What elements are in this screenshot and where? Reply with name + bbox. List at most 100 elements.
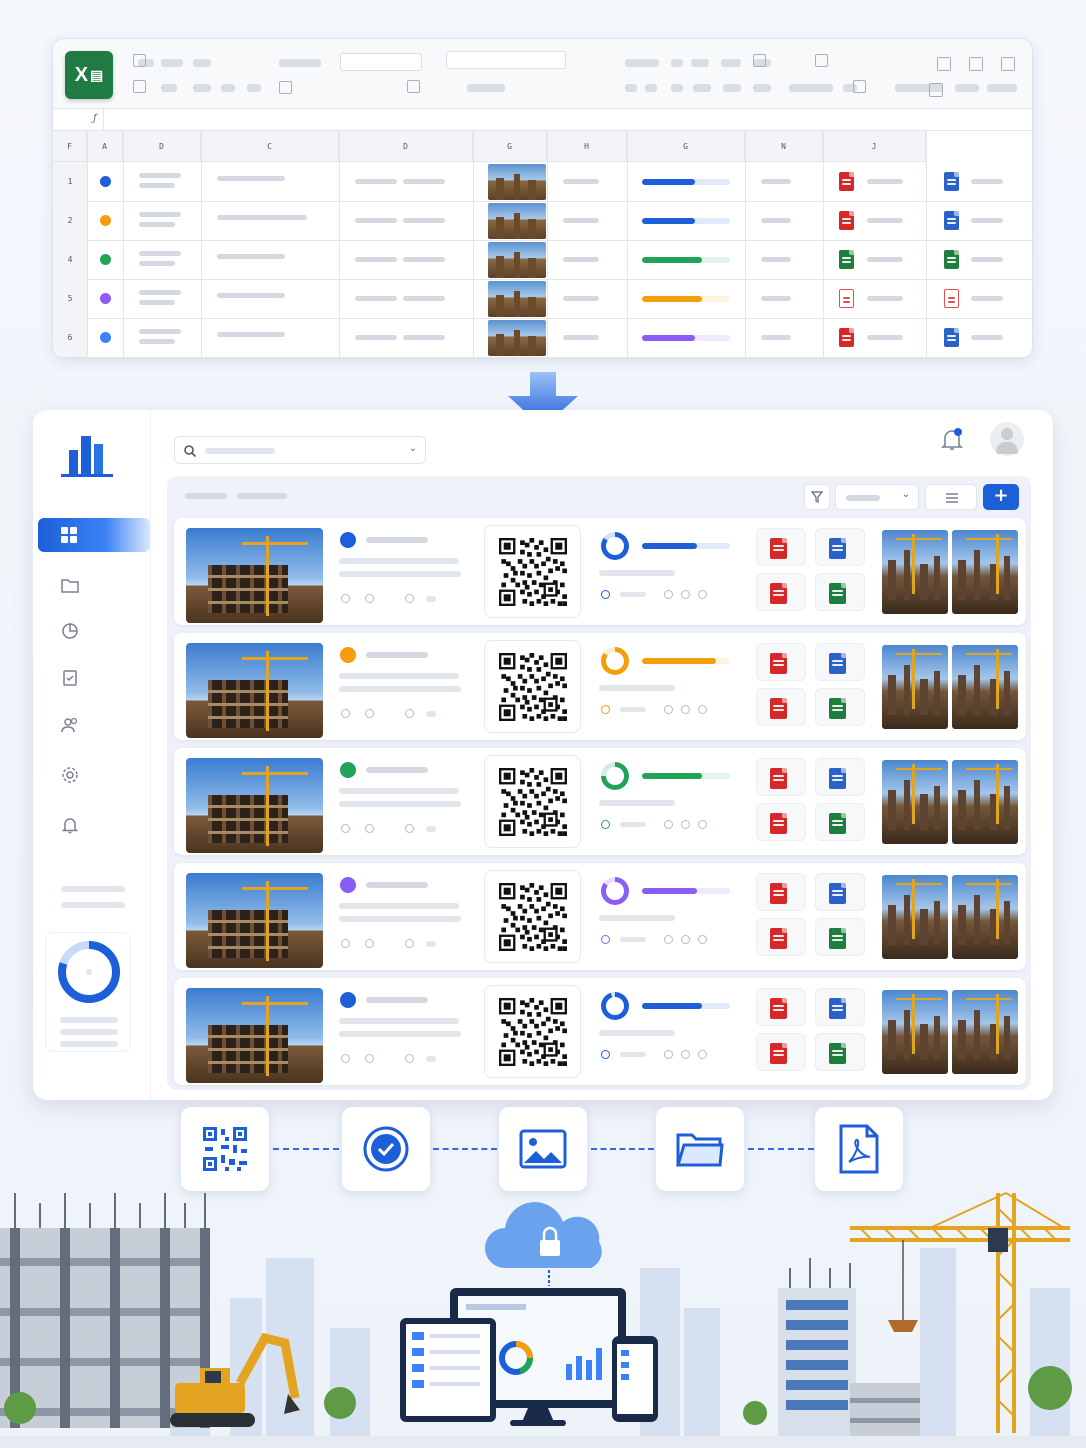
pdf-icon[interactable] — [839, 171, 854, 191]
workflow-step-verify[interactable] — [342, 1107, 430, 1191]
xls-icon[interactable] — [829, 928, 846, 949]
row-number[interactable]: 1 — [53, 162, 87, 201]
xls-icon[interactable] — [829, 583, 846, 604]
toolbar-control[interactable] — [247, 84, 261, 92]
doc-icon[interactable] — [829, 653, 846, 674]
toolbar-icon[interactable] — [407, 80, 420, 93]
pdf-outline-icon[interactable] — [944, 288, 959, 308]
column-header[interactable]: G — [627, 131, 745, 162]
workflow-step-pdf[interactable] — [815, 1107, 903, 1191]
pdf-icon[interactable] — [770, 768, 787, 789]
search-input[interactable]: ⌄ — [174, 436, 426, 464]
column-header[interactable]: G — [473, 131, 547, 162]
xls-icon[interactable] — [944, 249, 959, 269]
column-header[interactable]: J — [823, 131, 926, 162]
user-avatar-icon[interactable] — [990, 422, 1024, 456]
toolbar-control[interactable] — [691, 59, 709, 67]
buildings-logo-icon[interactable] — [61, 430, 113, 478]
row-number[interactable]: 2 — [53, 201, 87, 240]
list-view-button[interactable] — [925, 484, 977, 510]
nav-item-clipboard[interactable] — [55, 662, 85, 692]
site-photo[interactable] — [186, 528, 323, 623]
site-gallery-photo[interactable] — [882, 530, 948, 614]
nav-item-users[interactable] — [55, 710, 85, 740]
workflow-step-photos[interactable] — [499, 1107, 587, 1191]
pdf-icon[interactable] — [770, 998, 787, 1019]
toolbar-control[interactable] — [987, 84, 1017, 92]
doc-icon[interactable] — [944, 171, 959, 191]
xls-icon[interactable] — [839, 249, 854, 269]
toolbar-control[interactable] — [625, 84, 637, 92]
toolbar-icon[interactable] — [937, 57, 951, 71]
pdf-icon[interactable] — [839, 327, 854, 347]
site-photo[interactable] — [186, 643, 323, 738]
nav-item-gear[interactable] — [55, 760, 85, 790]
column-header[interactable]: N — [745, 131, 823, 162]
toolbar-control[interactable] — [955, 84, 979, 92]
xls-file-button[interactable] — [815, 573, 865, 611]
add-project-button[interactable]: + — [983, 484, 1019, 510]
site-gallery-photo[interactable] — [952, 530, 1018, 614]
site-photo[interactable] — [186, 873, 323, 968]
doc-icon[interactable] — [944, 210, 959, 230]
qr-code-card[interactable] — [484, 985, 581, 1078]
filter-button[interactable] — [804, 484, 830, 510]
site-gallery-photo[interactable] — [952, 875, 1018, 959]
site-gallery-photo[interactable] — [952, 645, 1018, 729]
doc-file-button[interactable] — [815, 873, 865, 911]
column-header[interactable]: D — [339, 131, 473, 162]
bell-icon[interactable] — [941, 428, 963, 452]
pdf-icon[interactable] — [770, 883, 787, 904]
project-card[interactable] — [174, 978, 1026, 1085]
xls-file-button[interactable] — [815, 803, 865, 841]
doc-icon[interactable] — [829, 883, 846, 904]
xls-icon[interactable] — [829, 813, 846, 834]
workflow-step-qr[interactable] — [181, 1107, 269, 1191]
column-header[interactable]: H — [547, 131, 627, 162]
column-header[interactable]: D — [123, 131, 201, 162]
site-gallery-photo[interactable] — [952, 760, 1018, 844]
xls-icon[interactable] — [829, 1043, 846, 1064]
toolbar-control[interactable] — [467, 84, 505, 92]
project-card[interactable] — [174, 518, 1026, 625]
pdf-icon[interactable] — [839, 210, 854, 230]
nav-item-pie-chart[interactable] — [55, 616, 85, 646]
doc-icon[interactable] — [829, 768, 846, 789]
row-number[interactable]: 4 — [53, 240, 87, 279]
toolbar-control[interactable] — [789, 84, 833, 92]
doc-file-button[interactable] — [815, 528, 865, 566]
toolbar-control[interactable] — [161, 84, 177, 92]
pdf-file-button[interactable] — [756, 573, 806, 611]
project-card[interactable] — [174, 863, 1026, 970]
pdf-file-button[interactable] — [756, 758, 806, 796]
sort-dropdown[interactable]: ⌄ — [835, 484, 919, 510]
toolbar-control[interactable] — [645, 84, 657, 92]
qr-code-card[interactable] — [484, 525, 581, 618]
pdf-icon[interactable] — [770, 538, 787, 559]
doc-file-button[interactable] — [815, 988, 865, 1026]
column-header[interactable]: C — [201, 131, 339, 162]
pdf-file-button[interactable] — [756, 643, 806, 681]
pdf-icon[interactable] — [770, 583, 787, 604]
site-gallery-photo[interactable] — [882, 645, 948, 729]
pdf-outline-icon[interactable] — [839, 288, 854, 308]
nav-item-dashboard[interactable] — [38, 518, 150, 552]
pdf-icon[interactable] — [770, 813, 787, 834]
pdf-icon[interactable] — [770, 1043, 787, 1064]
row-number[interactable]: 6 — [53, 318, 87, 357]
xls-file-button[interactable] — [815, 918, 865, 956]
pdf-file-button[interactable] — [756, 918, 806, 956]
project-card[interactable] — [174, 748, 1026, 855]
toolbar-control[interactable] — [721, 59, 741, 67]
toolbar-control[interactable] — [753, 84, 771, 92]
site-photo-thumbnail[interactable] — [488, 319, 546, 356]
toolbar-icon[interactable] — [969, 57, 983, 71]
toolbar-icon[interactable] — [853, 80, 866, 93]
toolbar-control[interactable] — [625, 59, 659, 67]
pdf-file-button[interactable] — [756, 688, 806, 726]
qr-code-card[interactable] — [484, 870, 581, 963]
site-photo-thumbnail[interactable] — [488, 202, 546, 239]
toolbar-control[interactable] — [193, 59, 211, 67]
site-gallery-photo[interactable] — [952, 990, 1018, 1074]
pdf-file-button[interactable] — [756, 528, 806, 566]
